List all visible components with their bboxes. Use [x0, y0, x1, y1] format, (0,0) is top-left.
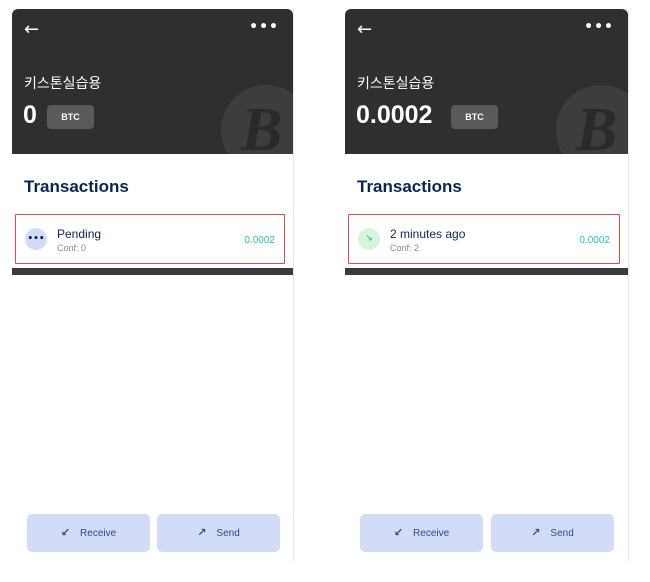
bitcoin-logo-icon: B — [556, 85, 628, 154]
divider-bar — [345, 268, 628, 275]
arrow-up-right-icon: ↗ — [531, 526, 541, 539]
arrow-up-right-icon: ↗ — [197, 526, 207, 539]
back-arrow-icon[interactable]: ← — [357, 21, 375, 39]
send-label: Send — [550, 528, 574, 539]
receive-button[interactable]: ↙ Receive — [27, 514, 150, 552]
transaction-confirmations: Conf: 2 — [390, 243, 420, 253]
unit-badge[interactable]: BTC — [47, 105, 94, 129]
pending-icon: ••• — [25, 228, 47, 250]
transaction-amount: 0.0002 — [244, 235, 275, 246]
bitcoin-logo-icon: B — [221, 85, 293, 154]
wallet-name: 키스톤실습용 — [357, 76, 435, 92]
transaction-title: Pending — [57, 227, 102, 241]
transaction-amount: 0.0002 — [579, 235, 610, 246]
wallet-balance: 0.0002 — [356, 101, 433, 129]
receive-label: Receive — [413, 528, 450, 539]
wallet-screen-left: ← ••• 키스톤실습용 0 BTC B Transactions ••• Pe… — [12, 9, 294, 561]
arrow-down-left-icon: ↙ — [393, 526, 404, 539]
receive-label: Receive — [80, 528, 117, 539]
back-arrow-icon[interactable]: ← — [24, 21, 42, 39]
send-button[interactable]: ↗ Send — [157, 514, 280, 552]
arrow-down-left-icon: ↙ — [60, 526, 71, 539]
unit-badge[interactable]: BTC — [451, 105, 498, 129]
bitcoin-logo-glyph: B — [241, 96, 283, 154]
transactions-heading: Transactions — [24, 177, 129, 196]
transaction-confirmations: Conf: 0 — [57, 243, 87, 253]
transactions-heading: Transactions — [357, 177, 462, 196]
send-button[interactable]: ↗ Send — [491, 514, 614, 552]
wallet-screen-right: ← ••• 키스톤실습용 0.0002 BTC B Transactions ↘… — [345, 9, 629, 561]
divider-bar — [12, 268, 293, 275]
received-arrow-icon: ↘ — [358, 228, 380, 250]
wallet-balance: 0 — [23, 101, 37, 129]
transaction-title: 2 minutes ago — [390, 227, 466, 241]
more-options-icon[interactable]: ••• — [249, 19, 279, 35]
wallet-header: ← ••• 키스톤실습용 0 BTC B — [12, 9, 293, 154]
transaction-row[interactable]: ••• Pending Conf: 0 0.0002 — [12, 214, 293, 264]
send-label: Send — [216, 528, 240, 539]
bitcoin-logo-glyph: B — [576, 96, 618, 154]
wallet-name: 키스톤실습용 — [24, 76, 102, 92]
transaction-row[interactable]: ↘ 2 minutes ago Conf: 2 0.0002 — [345, 214, 628, 264]
more-options-icon[interactable]: ••• — [584, 19, 614, 35]
wallet-header: ← ••• 키스톤실습용 0.0002 BTC B — [345, 9, 628, 154]
receive-button[interactable]: ↙ Receive — [360, 514, 483, 552]
